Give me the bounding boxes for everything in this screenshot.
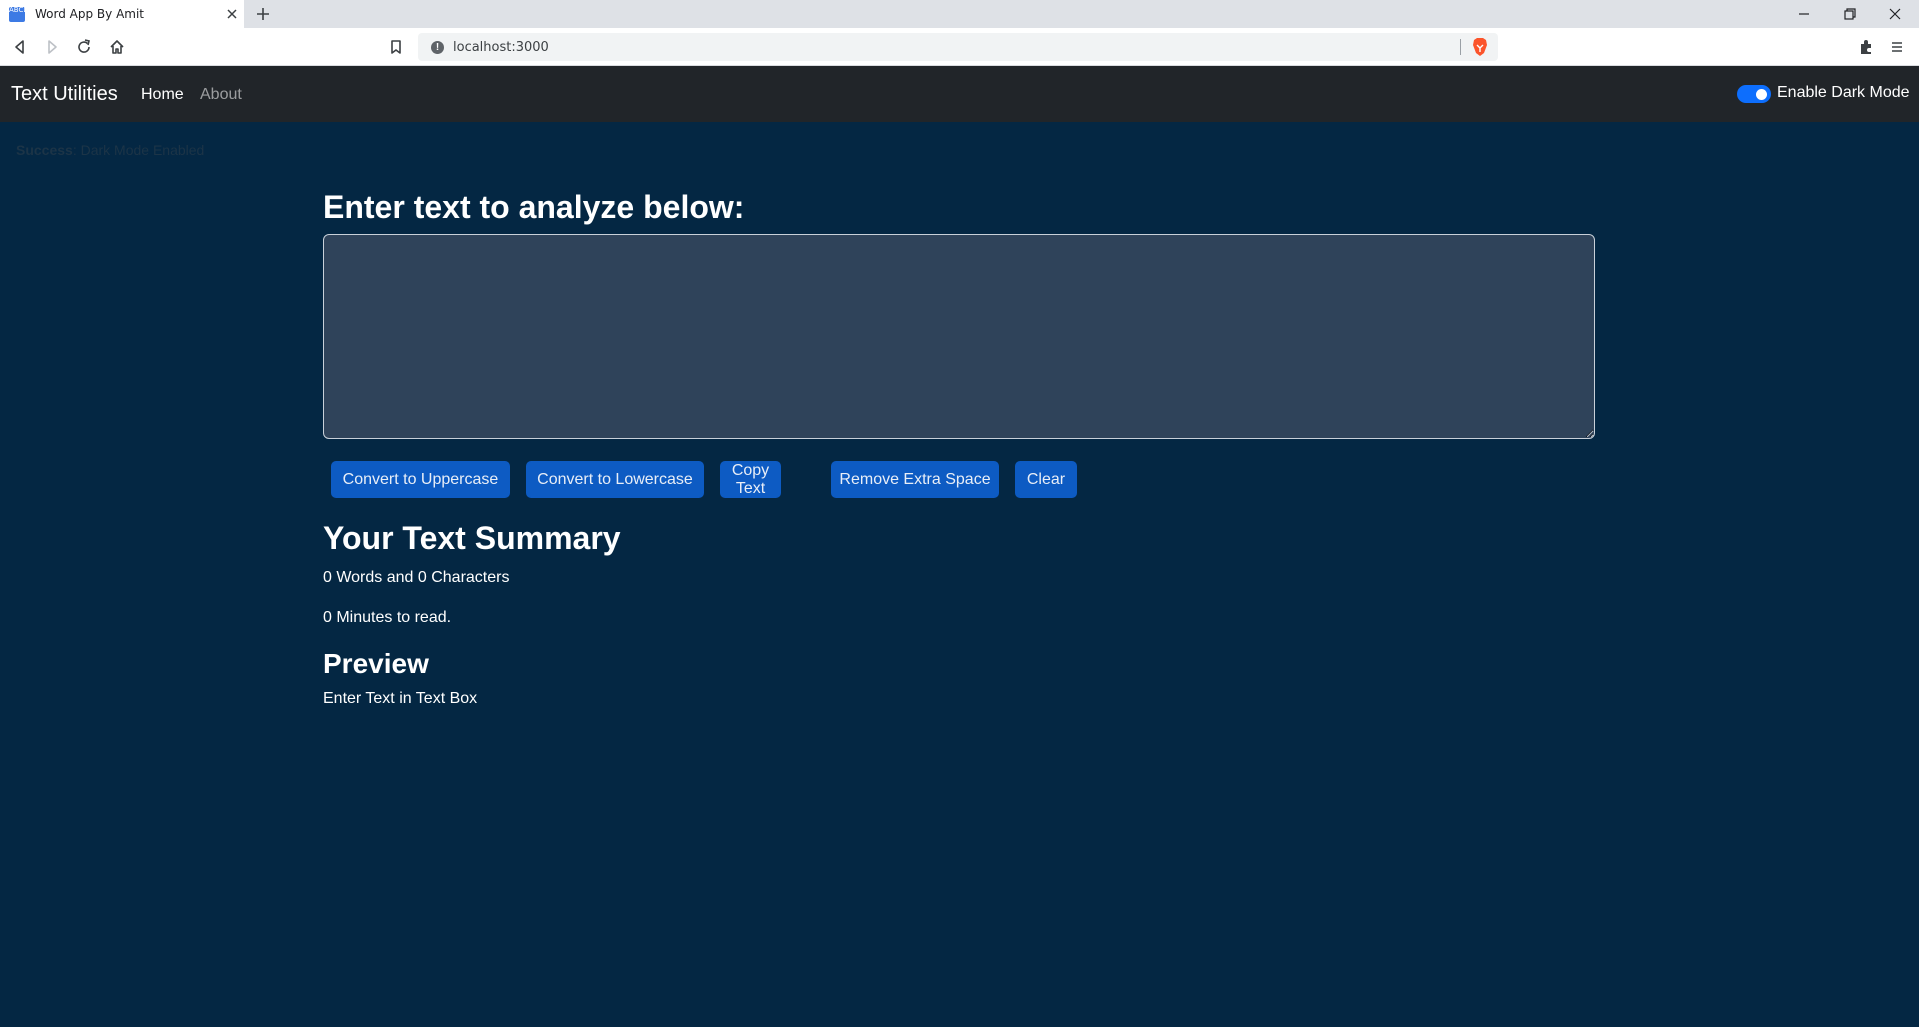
- lowercase-button[interactable]: Convert to Lowercase: [526, 461, 704, 498]
- app-navbar: Text Utilities Home About Enable Dark Mo…: [0, 66, 1919, 122]
- address-divider: [1460, 39, 1461, 55]
- url-text[interactable]: localhost:3000: [453, 40, 549, 55]
- summary-title: Your Text Summary: [323, 520, 621, 556]
- menu-icon[interactable]: [1887, 37, 1907, 57]
- alert-message: Success: Dark Mode Enabled: [16, 142, 204, 158]
- nav-link-home[interactable]: Home: [141, 86, 184, 104]
- word-char-count: 0 Words and 0 Characters: [323, 569, 510, 586]
- copy-text-button[interactable]: Copy Text: [720, 461, 781, 498]
- address-bar[interactable]: ! localhost:3000: [418, 33, 1498, 61]
- site-info-icon[interactable]: !: [431, 41, 444, 54]
- uppercase-button[interactable]: Convert to Uppercase: [331, 461, 510, 498]
- minimize-icon[interactable]: [1794, 4, 1814, 24]
- home-icon[interactable]: [107, 37, 127, 57]
- tab-title: Word App By Amit: [35, 7, 145, 21]
- alert-text: : Dark Mode Enabled: [72, 142, 205, 158]
- text-input-area[interactable]: [323, 234, 1595, 439]
- new-tab-icon[interactable]: [254, 5, 272, 23]
- preview-title: Preview: [323, 648, 429, 679]
- restore-icon[interactable]: [1840, 4, 1860, 24]
- page-heading: Enter text to analyze below:: [323, 189, 745, 225]
- forward-icon[interactable]: [42, 37, 62, 57]
- back-icon[interactable]: [10, 37, 30, 57]
- alert-strong: Success: [16, 142, 73, 158]
- preview-text: Enter Text in Text Box: [323, 690, 478, 707]
- clear-button[interactable]: Clear: [1015, 461, 1077, 498]
- nav-link-about[interactable]: About: [200, 86, 242, 104]
- close-window-icon[interactable]: [1885, 4, 1905, 24]
- bookmark-icon[interactable]: [386, 37, 406, 57]
- remove-extra-space-button[interactable]: Remove Extra Space: [831, 461, 999, 498]
- reload-icon[interactable]: [74, 37, 94, 57]
- browser-tab-bar: ABCD Word App By Amit: [0, 0, 1919, 28]
- read-time: 0 Minutes to read.: [323, 609, 452, 626]
- browser-toolbar: ! localhost:3000: [0, 28, 1919, 66]
- extensions-icon[interactable]: [1856, 37, 1876, 57]
- close-tab-icon[interactable]: [224, 6, 240, 22]
- navbar-brand[interactable]: Text Utilities: [11, 83, 118, 106]
- dark-mode-label[interactable]: Enable Dark Mode: [1777, 84, 1910, 102]
- brave-shields-icon[interactable]: [1471, 37, 1489, 57]
- browser-tab[interactable]: ABCD Word App By Amit: [0, 0, 244, 28]
- toggle-knob: [1756, 89, 1767, 100]
- dark-mode-toggle[interactable]: [1737, 85, 1771, 103]
- favicon-icon: ABCD: [9, 7, 25, 22]
